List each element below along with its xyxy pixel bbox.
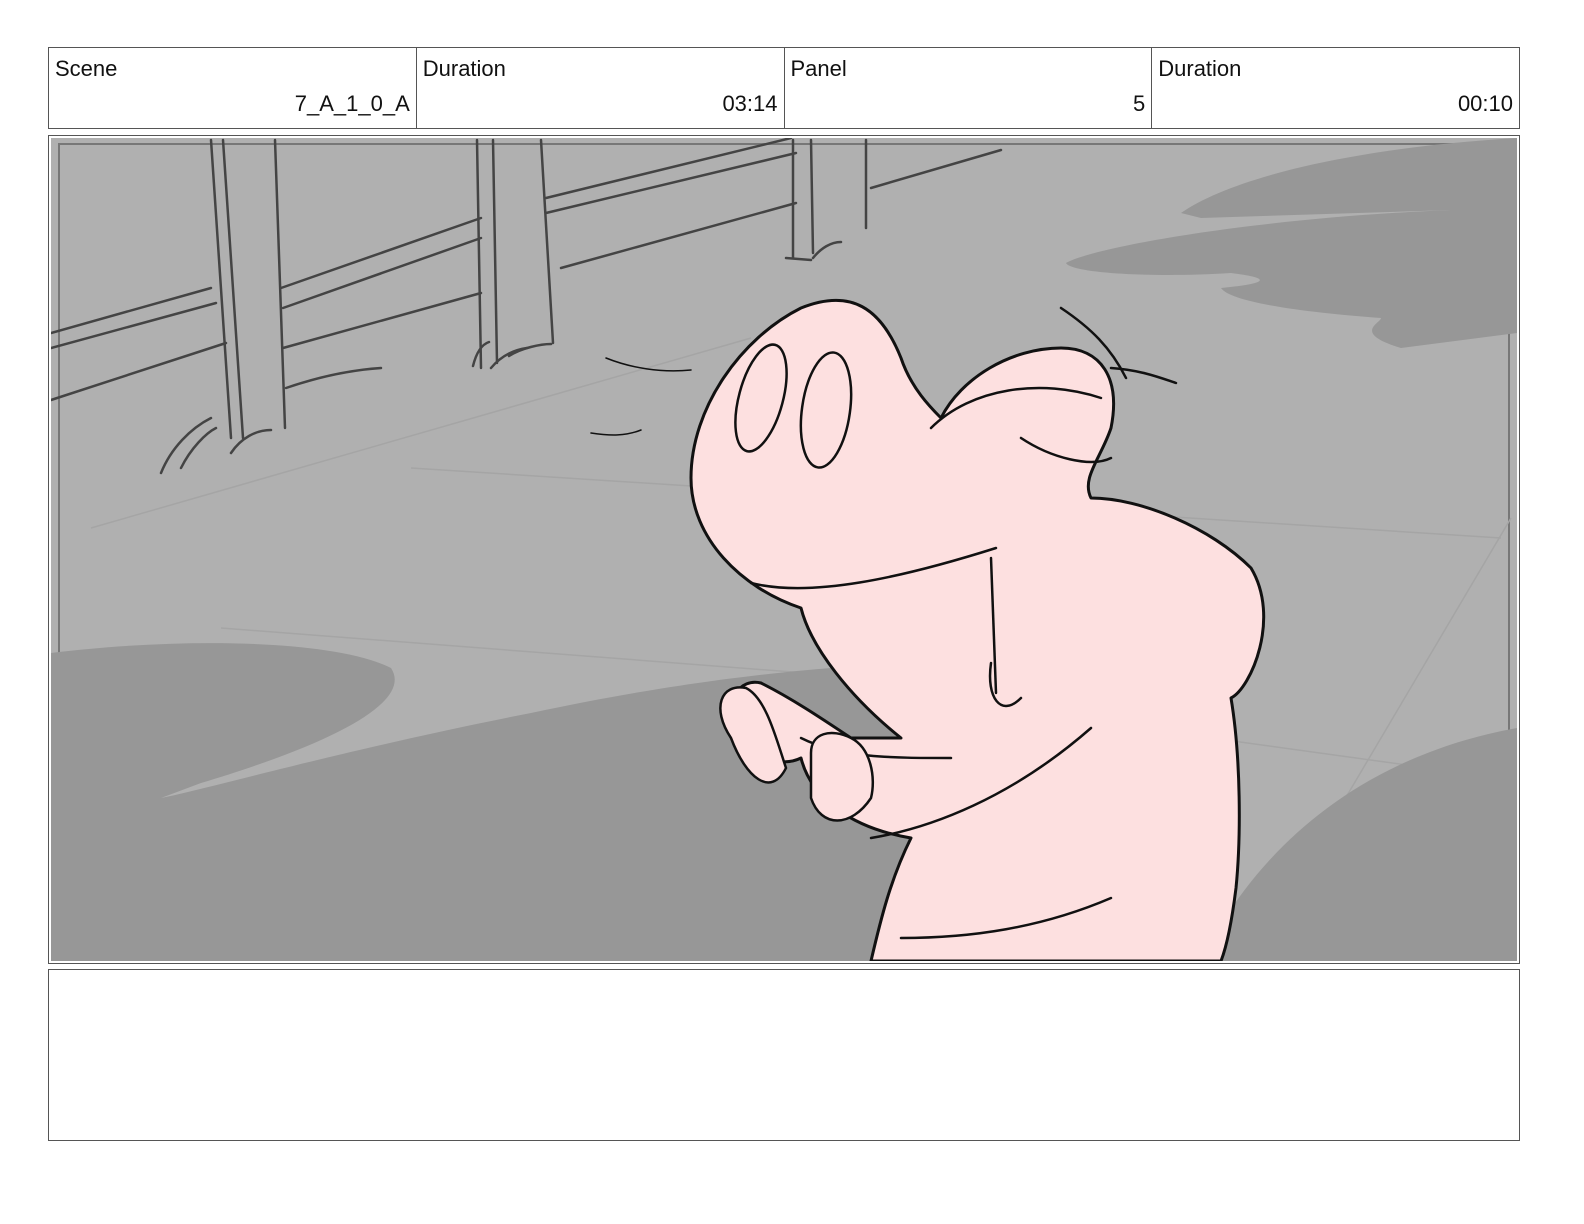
scene-duration-value: 03:14 (722, 91, 778, 116)
panel-duration-label: Duration (1158, 56, 1242, 81)
panel-notes-box (48, 969, 1520, 1141)
scene-label: Scene (55, 56, 118, 81)
panel-label: Panel (790, 56, 847, 81)
panel-duration-cell: Duration 00:10 (1152, 48, 1519, 128)
scene-duration-cell: Duration 03:14 (417, 48, 785, 128)
scene-value: 7_A_1_0_A (294, 91, 410, 116)
scene-duration-label: Duration (422, 56, 506, 81)
panel-cell: Panel 5 (785, 48, 1153, 128)
scene-cell: Scene 7_A_1_0_A (49, 48, 417, 128)
panel-drawing (51, 138, 1517, 961)
panel-number: 5 (1133, 91, 1146, 116)
panel-duration-value: 00:10 (1457, 91, 1513, 116)
storyboard-panel (48, 135, 1520, 964)
panel-header: Scene 7_A_1_0_A Duration 03:14 Panel 5 D… (48, 47, 1520, 129)
